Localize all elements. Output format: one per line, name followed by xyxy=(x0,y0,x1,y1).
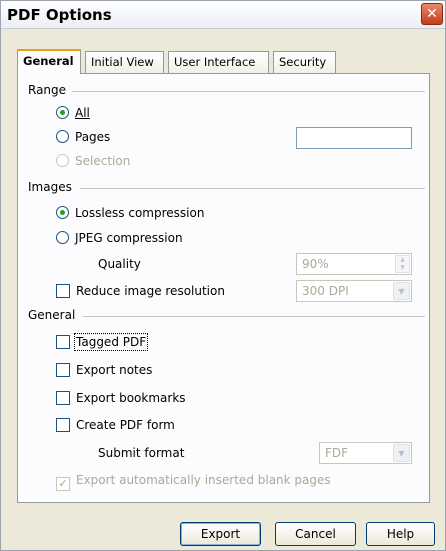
lossless-option[interactable]: Lossless compression xyxy=(56,206,204,220)
general-divider xyxy=(83,316,425,317)
blank-pages-label: Export automatically inserted blank page… xyxy=(76,473,331,487)
resolution-value: 300 DPI xyxy=(302,284,349,298)
range-selection-label: Selection xyxy=(75,154,131,168)
jpeg-option[interactable]: JPEG compression xyxy=(56,231,183,245)
chevron-down-icon: ▼ xyxy=(393,444,410,462)
close-icon[interactable]: ✕ xyxy=(421,3,443,25)
reduce-resolution-option[interactable]: Reduce image resolution xyxy=(56,284,225,298)
lossless-label: Lossless compression xyxy=(75,206,205,220)
quality-label: Quality xyxy=(98,257,141,271)
chevron-down-icon: ▼ xyxy=(393,282,410,300)
submit-format-value: FDF xyxy=(325,446,349,460)
checkbox-reduce-resolution[interactable] xyxy=(56,284,70,298)
export-bookmarks-option[interactable]: Export bookmarks xyxy=(56,391,186,405)
create-form-option[interactable]: Create PDF form xyxy=(56,418,175,432)
range-pages-label: Pages xyxy=(75,130,111,144)
spin-down-icon: ▼ xyxy=(400,264,405,271)
radio-pages[interactable] xyxy=(56,130,69,143)
range-pages-option[interactable]: Pages xyxy=(56,130,110,144)
images-heading: Images xyxy=(28,180,72,194)
jpeg-label: JPEG compression xyxy=(75,231,183,245)
radio-all[interactable] xyxy=(56,106,69,119)
range-heading: Range xyxy=(28,83,67,97)
range-all-option[interactable]: All xyxy=(56,106,90,120)
quality-value: 90% xyxy=(302,257,329,271)
export-notes-label: Export notes xyxy=(76,363,153,377)
checkbox-export-bookmarks[interactable] xyxy=(56,391,70,405)
radio-lossless[interactable] xyxy=(56,206,69,219)
tab-security[interactable]: Security xyxy=(273,51,336,73)
general-heading: General xyxy=(28,308,76,322)
help-button[interactable]: Help xyxy=(366,522,435,546)
export-bookmarks-label: Export bookmarks xyxy=(76,391,186,405)
pages-input[interactable] xyxy=(296,127,412,149)
title-bar[interactable]: PDF Options ✕ xyxy=(1,1,445,29)
quality-spin-buttons: ▲ ▼ xyxy=(395,255,410,273)
radio-selection xyxy=(56,154,69,167)
checkbox-blank-pages: ✓ xyxy=(56,477,70,491)
tab-initial-view[interactable]: Initial View xyxy=(85,51,164,73)
export-button[interactable]: Export xyxy=(180,522,261,546)
reduce-resolution-label: Reduce image resolution xyxy=(76,284,225,298)
submit-format-label: Submit format xyxy=(98,446,185,460)
create-form-label: Create PDF form xyxy=(76,418,175,432)
general-tab-panel: Range All Pages Selection Images Lossles… xyxy=(17,73,430,503)
tab-user-interface[interactable]: User Interface xyxy=(168,51,269,73)
tagged-pdf-label: Tagged PDF xyxy=(73,333,149,351)
images-divider xyxy=(80,188,425,189)
resolution-dropdown: 300 DPI ▼ xyxy=(296,280,412,302)
export-notes-option[interactable]: Export notes xyxy=(56,363,152,377)
checkbox-export-notes[interactable] xyxy=(56,363,70,377)
range-all-label: All xyxy=(75,106,90,120)
range-selection-option: Selection xyxy=(56,154,130,168)
pdf-options-dialog: PDF Options ✕ General Initial View User … xyxy=(0,0,446,551)
range-divider xyxy=(72,91,425,92)
radio-jpeg[interactable] xyxy=(56,231,69,244)
checkbox-create-form[interactable] xyxy=(56,418,70,432)
submit-format-dropdown: FDF ▼ xyxy=(319,442,412,464)
spin-up-icon: ▲ xyxy=(400,256,405,263)
dialog-title: PDF Options xyxy=(7,6,112,24)
blank-pages-option: ✓ Export automatically inserted blank pag… xyxy=(56,473,331,491)
quality-spinbox: 90% ▲ ▼ xyxy=(296,253,412,275)
tagged-pdf-option[interactable]: Tagged PDF xyxy=(56,333,149,351)
checkbox-tagged-pdf[interactable] xyxy=(56,335,70,349)
cancel-button[interactable]: Cancel xyxy=(275,522,356,546)
tab-general[interactable]: General xyxy=(17,49,81,74)
